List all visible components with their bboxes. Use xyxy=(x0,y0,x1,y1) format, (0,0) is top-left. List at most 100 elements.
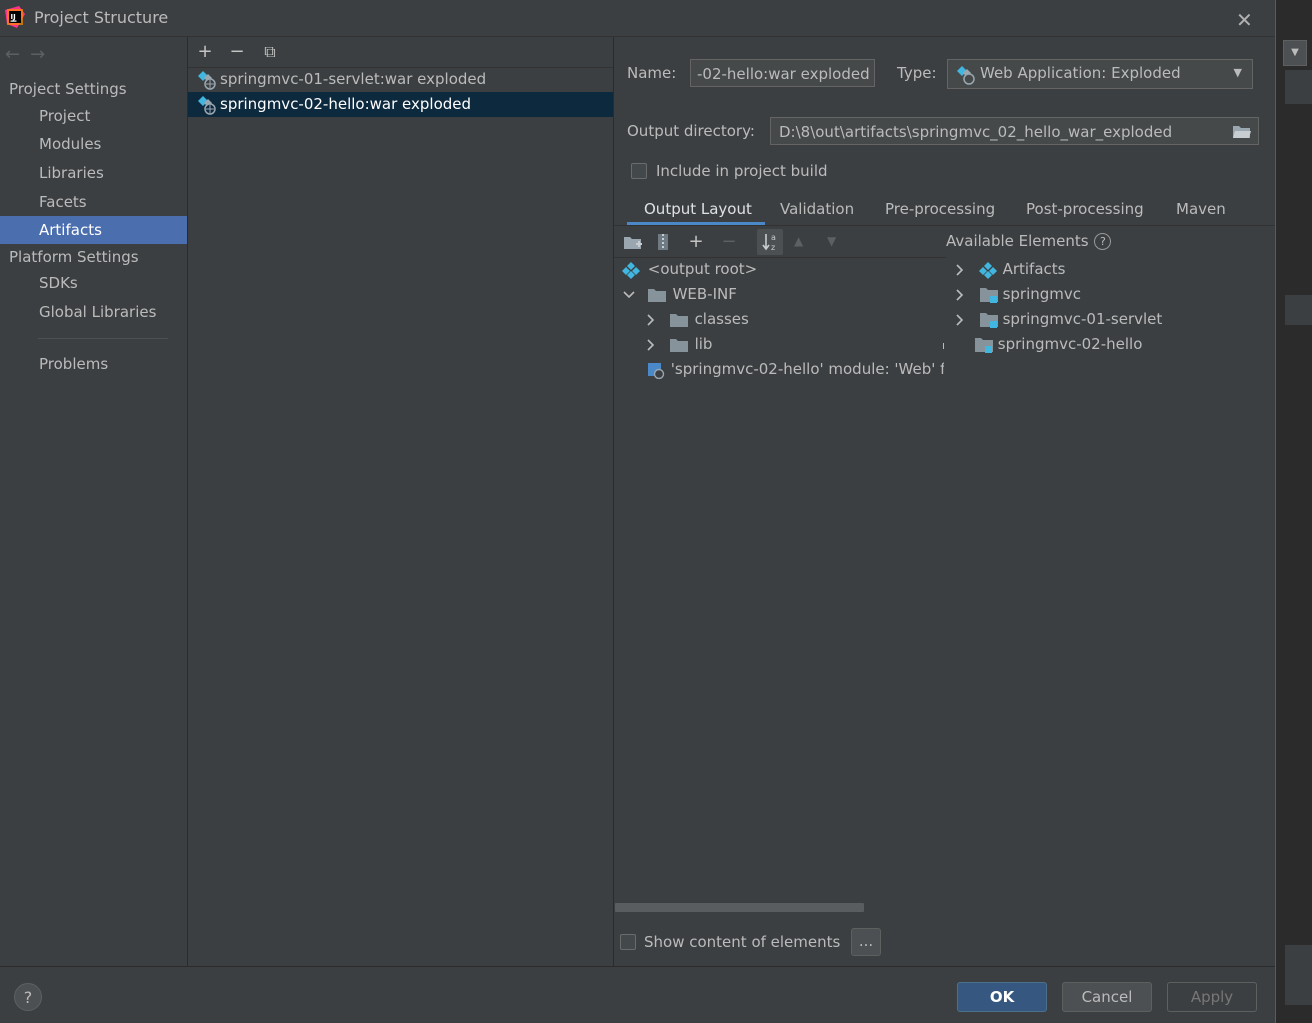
include-in-build-checkbox[interactable] xyxy=(631,163,647,179)
tree-label: WEB-INF xyxy=(672,285,737,303)
close-icon[interactable]: ✕ xyxy=(1236,8,1253,32)
svg-text:a: a xyxy=(771,233,776,242)
tree-scroll-marker xyxy=(943,343,944,349)
cancel-button[interactable]: Cancel xyxy=(1062,982,1152,1012)
horizontal-scrollbar[interactable] xyxy=(615,903,864,912)
move-down-icon[interactable]: ▼ xyxy=(827,234,836,248)
include-in-build-label: Include in project build xyxy=(656,162,828,180)
tree-label: <output root> xyxy=(647,260,758,278)
name-label: Name: xyxy=(627,64,677,82)
tab-post-processing[interactable]: Post-processing xyxy=(1026,198,1144,224)
available-elements-title: Available Elements xyxy=(946,232,1089,250)
move-up-icon[interactable]: ▲ xyxy=(794,234,803,248)
available-item-springmvc[interactable]: springmvc xyxy=(953,282,1081,307)
module-folder-icon xyxy=(979,312,998,328)
intellij-logo-icon: IJ xyxy=(5,6,25,28)
tree-item-output-root[interactable]: <output root> xyxy=(622,257,757,282)
output-directory-input[interactable]: D:\8\out\artifacts\springmvc_02_hello_wa… xyxy=(770,117,1259,145)
tab-output-layout[interactable]: Output Layout xyxy=(644,198,752,224)
chevron-right-icon[interactable] xyxy=(644,313,658,327)
tab-validation[interactable]: Validation xyxy=(780,198,854,224)
chevron-right-icon[interactable] xyxy=(953,288,967,302)
artifacts-icon xyxy=(978,261,997,279)
artifact-root-icon xyxy=(622,261,640,279)
artifact-list-item[interactable]: springmvc-02-hello:war exploded xyxy=(188,92,613,117)
title-bar xyxy=(0,0,1275,37)
sidebar-item-libraries[interactable]: Libraries xyxy=(0,159,187,187)
sort-alpha-icon: a z xyxy=(762,233,776,252)
create-archive-icon[interactable] xyxy=(656,233,670,251)
tree-label: 'springmvc-02-hello' module: 'Web' fa xyxy=(670,360,944,378)
tree-label: classes xyxy=(694,310,749,328)
sidebar-divider xyxy=(38,338,168,339)
web-facet-icon xyxy=(648,362,665,379)
history-navigation: ←→ xyxy=(5,44,55,65)
tree-item-web-inf[interactable]: WEB-INF xyxy=(622,282,737,307)
copy-artifact-icon[interactable]: ⧉ xyxy=(258,40,282,64)
add-element-icon[interactable]: + xyxy=(684,230,708,254)
available-item-springmvc-02-hello[interactable]: springmvc-02-hello xyxy=(974,332,1142,357)
artifacts-toolbar xyxy=(188,37,613,68)
available-item-artifacts[interactable]: Artifacts xyxy=(953,257,1065,282)
sort-elements-toggle[interactable]: a z xyxy=(757,229,783,255)
sidebar-item-project[interactable]: Project xyxy=(0,102,187,130)
available-elements-heading: Available Elements ? xyxy=(946,232,1112,250)
sidebar-item-problems[interactable]: Problems xyxy=(0,350,187,378)
tree-label: lib xyxy=(694,335,713,353)
web-app-icon xyxy=(957,66,975,85)
apply-button[interactable]: Apply xyxy=(1167,982,1257,1012)
project-settings-heading: Project Settings xyxy=(9,80,127,98)
chevron-right-icon[interactable] xyxy=(953,263,967,277)
sidebar-item-sdks[interactable]: SDKs xyxy=(0,269,187,297)
back-arrow-icon[interactable]: ← xyxy=(5,44,30,65)
tab-maven[interactable]: Maven xyxy=(1176,198,1226,224)
help-icon[interactable]: ? xyxy=(1094,233,1112,250)
folder-icon xyxy=(669,338,688,352)
war-exploded-icon xyxy=(198,96,216,115)
tree-item-classes[interactable]: classes xyxy=(644,307,749,332)
window-title: Project Structure xyxy=(34,8,169,27)
module-folder-icon xyxy=(975,337,993,353)
tree-label: springmvc-01-servlet xyxy=(1002,310,1163,328)
artifact-list-item[interactable]: springmvc-01-servlet:war exploded xyxy=(188,67,613,92)
sidebar-item-artifacts[interactable]: Artifacts xyxy=(0,216,187,244)
chevron-down-icon: ▼ xyxy=(1283,40,1307,66)
folder-browse-icon[interactable] xyxy=(1232,124,1252,140)
tree-label: springmvc xyxy=(1002,285,1081,303)
artifacts-list-pane xyxy=(188,37,614,966)
dialog-footer-divider xyxy=(0,966,1275,967)
add-artifact-icon[interactable]: + xyxy=(193,40,217,64)
tabs-divider xyxy=(614,225,1275,226)
remove-element-icon[interactable]: − xyxy=(717,230,741,254)
output-directory-label: Output directory: xyxy=(627,122,755,140)
artifact-type-value: Web Application: Exploded xyxy=(980,64,1181,82)
tree-label: Artifacts xyxy=(1002,260,1066,278)
new-directory-icon[interactable] xyxy=(623,235,643,251)
tab-pre-processing[interactable]: Pre-processing xyxy=(885,198,995,224)
remove-artifact-icon[interactable]: − xyxy=(225,40,249,64)
show-content-checkbox[interactable] xyxy=(620,934,636,950)
artifact-type-select[interactable]: Web Application: Exploded ▼ xyxy=(947,59,1253,89)
artifact-label: springmvc-02-hello:war exploded xyxy=(220,95,472,113)
artifact-name-input[interactable]: -02-hello:war exploded xyxy=(690,59,875,87)
war-exploded-icon xyxy=(198,71,216,90)
chevron-right-icon[interactable] xyxy=(953,313,967,327)
chevron-down-icon[interactable] xyxy=(622,288,636,302)
folder-icon xyxy=(669,313,688,327)
tree-label: springmvc-02-hello xyxy=(997,335,1143,353)
folder-icon xyxy=(647,288,666,302)
available-item-springmvc-01-servlet[interactable]: springmvc-01-servlet xyxy=(953,307,1162,332)
background-ide-strip xyxy=(1285,70,1312,104)
sidebar-item-modules[interactable]: Modules xyxy=(0,130,187,158)
ok-button[interactable]: OK xyxy=(957,982,1047,1012)
background-ide-edge xyxy=(1275,0,1312,1023)
show-content-options-button[interactable]: ... xyxy=(851,928,881,956)
background-ide-strip xyxy=(1285,945,1312,1005)
forward-arrow-icon[interactable]: → xyxy=(30,44,55,65)
sidebar-item-facets[interactable]: Facets xyxy=(0,188,187,216)
tree-item-web-facet[interactable]: 'springmvc-02-hello' module: 'Web' fa xyxy=(647,357,944,382)
help-button[interactable]: ? xyxy=(14,983,42,1011)
chevron-right-icon[interactable] xyxy=(644,338,658,352)
sidebar-item-global-libraries[interactable]: Global Libraries xyxy=(0,298,187,326)
tree-item-lib[interactable]: lib xyxy=(644,332,712,357)
